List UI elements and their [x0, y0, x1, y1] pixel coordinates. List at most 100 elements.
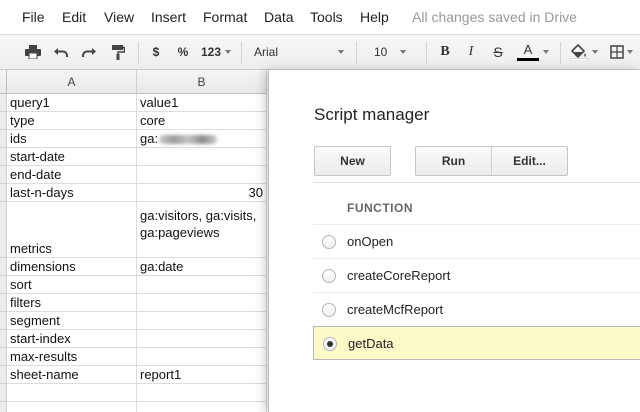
bold-button[interactable]: B [434, 35, 456, 69]
cell-b6[interactable]: 30 [137, 184, 267, 202]
row-header[interactable] [0, 184, 7, 202]
cell-b7[interactable]: ga:visitors, ga:visits, ga:pageviews [137, 202, 267, 258]
function-radio[interactable] [322, 269, 336, 283]
menu-tools[interactable]: Tools [310, 9, 343, 25]
menu-view[interactable]: View [104, 9, 134, 25]
cell-a13[interactable]: max-results [7, 348, 137, 366]
function-radio-selected[interactable] [323, 337, 337, 351]
menu-insert[interactable]: Insert [151, 9, 186, 25]
function-name: createCoreReport [347, 268, 451, 283]
row-header[interactable] [0, 166, 7, 184]
print-button[interactable] [20, 35, 46, 69]
cell-a4[interactable]: start-date [7, 148, 137, 166]
function-row-onopen[interactable]: onOpen [313, 224, 640, 258]
row-header[interactable] [0, 258, 7, 276]
cell-a3[interactable]: ids [7, 130, 137, 148]
select-all-corner[interactable] [0, 70, 7, 94]
cell-a15[interactable] [7, 384, 137, 402]
font-family-dropdown[interactable]: Arial [248, 35, 350, 69]
cell-a10[interactable]: filters [7, 294, 137, 312]
currency-button[interactable]: $ [146, 35, 166, 69]
column-header-a[interactable]: A [7, 70, 137, 94]
row-header[interactable] [0, 384, 7, 402]
function-list-header: FUNCTION [313, 182, 640, 222]
function-row-createcorereport[interactable]: createCoreReport [313, 258, 640, 292]
row-header[interactable] [0, 202, 7, 258]
function-row-createmcfreport[interactable]: createMcfReport [313, 292, 640, 326]
chevron-down-icon [338, 50, 344, 54]
cell-a5[interactable]: end-date [7, 166, 137, 184]
row-header[interactable] [0, 276, 7, 294]
row-header[interactable] [0, 330, 7, 348]
save-status: All changes saved in Drive [412, 9, 577, 25]
cell-b11[interactable] [137, 312, 267, 330]
cell-b5[interactable] [137, 166, 267, 184]
cell-b13[interactable] [137, 348, 267, 366]
italic-icon: I [468, 44, 474, 59]
function-radio[interactable] [322, 235, 336, 249]
cell-a9[interactable]: sort [7, 276, 137, 294]
font-family-value: Arial [254, 45, 279, 59]
new-button[interactable]: New [314, 146, 391, 176]
cell-a8[interactable]: dimensions [7, 258, 137, 276]
cell-b10[interactable] [137, 294, 267, 312]
row-header[interactable] [0, 366, 7, 384]
row-header[interactable] [0, 112, 7, 130]
menu-format[interactable]: Format [203, 9, 247, 25]
run-button[interactable]: Run [415, 146, 492, 176]
cell-b12[interactable] [137, 330, 267, 348]
function-radio[interactable] [322, 303, 336, 317]
menu-bar: File Edit View Insert Format Data Tools … [0, 0, 640, 34]
cell-a6[interactable]: last-n-days [7, 184, 137, 202]
fill-color-dropdown[interactable] [565, 35, 601, 69]
menu-file[interactable]: File [22, 9, 45, 25]
undo-button[interactable] [48, 35, 74, 69]
italic-button[interactable]: I [460, 35, 482, 69]
row-header[interactable] [0, 130, 7, 148]
cell-a11[interactable]: segment [7, 312, 137, 330]
row-header[interactable] [0, 402, 7, 412]
column-header-b[interactable]: B [137, 70, 267, 94]
cell-a12[interactable]: start-index [7, 330, 137, 348]
ids-value: ga: [140, 131, 159, 146]
cell-a14[interactable]: sheet-name [7, 366, 137, 384]
cell-a1[interactable]: query1 [7, 94, 137, 112]
cell-b4[interactable] [137, 148, 267, 166]
row-header[interactable] [0, 348, 7, 366]
percent-button[interactable]: % [173, 35, 193, 69]
menu-help[interactable]: Help [360, 9, 389, 25]
function-name: createMcfReport [347, 302, 444, 317]
strikethrough-button[interactable]: S [487, 35, 509, 69]
menu-data[interactable]: Data [264, 9, 294, 25]
font-size-value: 10 [374, 45, 388, 59]
row-header[interactable] [0, 94, 7, 112]
redo-button[interactable] [76, 35, 102, 69]
cell-b14[interactable]: report1 [137, 366, 267, 384]
bold-icon: B [440, 44, 450, 59]
row-header[interactable] [0, 148, 7, 166]
cell-b3[interactable]: ga: [137, 130, 267, 148]
cell-a7[interactable]: metrics [7, 202, 137, 258]
cell-b8[interactable]: ga:date [137, 258, 267, 276]
cell-b2[interactable]: core [137, 112, 267, 130]
row-header[interactable] [0, 312, 7, 330]
function-row-getdata[interactable]: getData [313, 326, 640, 360]
font-size-dropdown[interactable]: 10 [364, 35, 412, 69]
cell-b9[interactable] [137, 276, 267, 294]
paint-format-button[interactable] [105, 35, 131, 69]
cell-b1[interactable]: value1 [137, 94, 267, 112]
cell-b15[interactable] [137, 384, 267, 402]
number-format-dropdown[interactable]: 123 [197, 35, 235, 69]
menu-edit[interactable]: Edit [62, 9, 86, 25]
cell-b16[interactable] [137, 402, 267, 412]
redacted-value [159, 135, 218, 145]
row-header[interactable] [0, 294, 7, 312]
cell-a16[interactable] [7, 402, 137, 412]
text-color-dropdown[interactable]: A [513, 35, 553, 69]
toolbar: $ % 123 Arial 10 B I S A [0, 34, 640, 70]
cell-a2[interactable]: type [7, 112, 137, 130]
edit-button[interactable]: Edit... [491, 146, 568, 176]
borders-icon [609, 45, 624, 59]
currency-label: $ [152, 45, 160, 59]
borders-dropdown[interactable] [604, 35, 638, 69]
